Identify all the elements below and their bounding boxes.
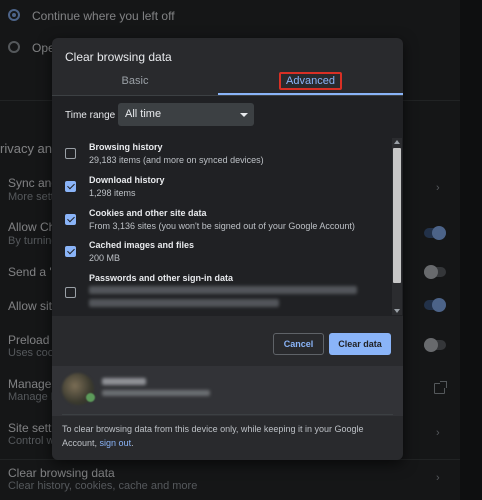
redacted-account-email <box>102 390 210 396</box>
scroll-up-icon[interactable] <box>394 140 400 144</box>
footer-note: To clear browsing data from this device … <box>62 422 382 450</box>
item-sub: 1,298 items <box>89 188 136 198</box>
item-title: Browsing history <box>89 142 163 152</box>
clear-data-button[interactable]: Clear data <box>329 333 391 355</box>
item-title: Download history <box>89 175 165 185</box>
checkbox-cached-images[interactable] <box>65 246 76 257</box>
checkbox-browsing-history[interactable] <box>65 148 76 159</box>
tab-advanced[interactable]: Advanced <box>218 72 403 94</box>
tab-basic[interactable]: Basic <box>52 72 218 94</box>
redacted-text <box>89 286 357 294</box>
dialog-content <box>52 96 403 316</box>
caret-down-icon <box>240 113 248 117</box>
time-range-label: Time range <box>65 110 116 121</box>
footer-period: . <box>131 438 134 448</box>
divider <box>62 414 393 415</box>
checkbox-cookies[interactable] <box>65 214 76 225</box>
scroll-down-icon[interactable] <box>394 309 400 313</box>
sync-status-icon <box>86 393 95 402</box>
checkbox-download-history[interactable] <box>65 181 76 192</box>
redacted-account-name <box>102 378 146 385</box>
item-title: Passwords and other sign-in data <box>89 273 234 283</box>
item-sub: 29,183 items (and more on synced devices… <box>89 155 264 165</box>
cancel-button[interactable]: Cancel <box>273 333 324 355</box>
item-sub: From 3,136 sites (you won't be signed ou… <box>89 221 355 231</box>
content-scrollbar[interactable] <box>392 138 402 315</box>
item-title: Cached images and files <box>89 240 195 250</box>
scroll-thumb[interactable] <box>393 148 401 283</box>
dialog-title: Clear browsing data <box>65 50 172 64</box>
time-range-select[interactable]: All time <box>118 103 254 126</box>
checkbox-passwords[interactable] <box>65 287 76 298</box>
time-range-value: All time <box>125 108 162 120</box>
clear-browsing-dialog: Clear browsing data Basic Advanced Time … <box>52 38 403 460</box>
item-sub: 200 MB <box>89 253 121 263</box>
redacted-text <box>89 299 279 307</box>
tab-advanced-label: Advanced <box>279 72 342 90</box>
tab-basic-label: Basic <box>121 75 149 87</box>
sign-out-link[interactable]: sign out <box>100 438 132 448</box>
item-title: Cookies and other site data <box>89 208 207 218</box>
